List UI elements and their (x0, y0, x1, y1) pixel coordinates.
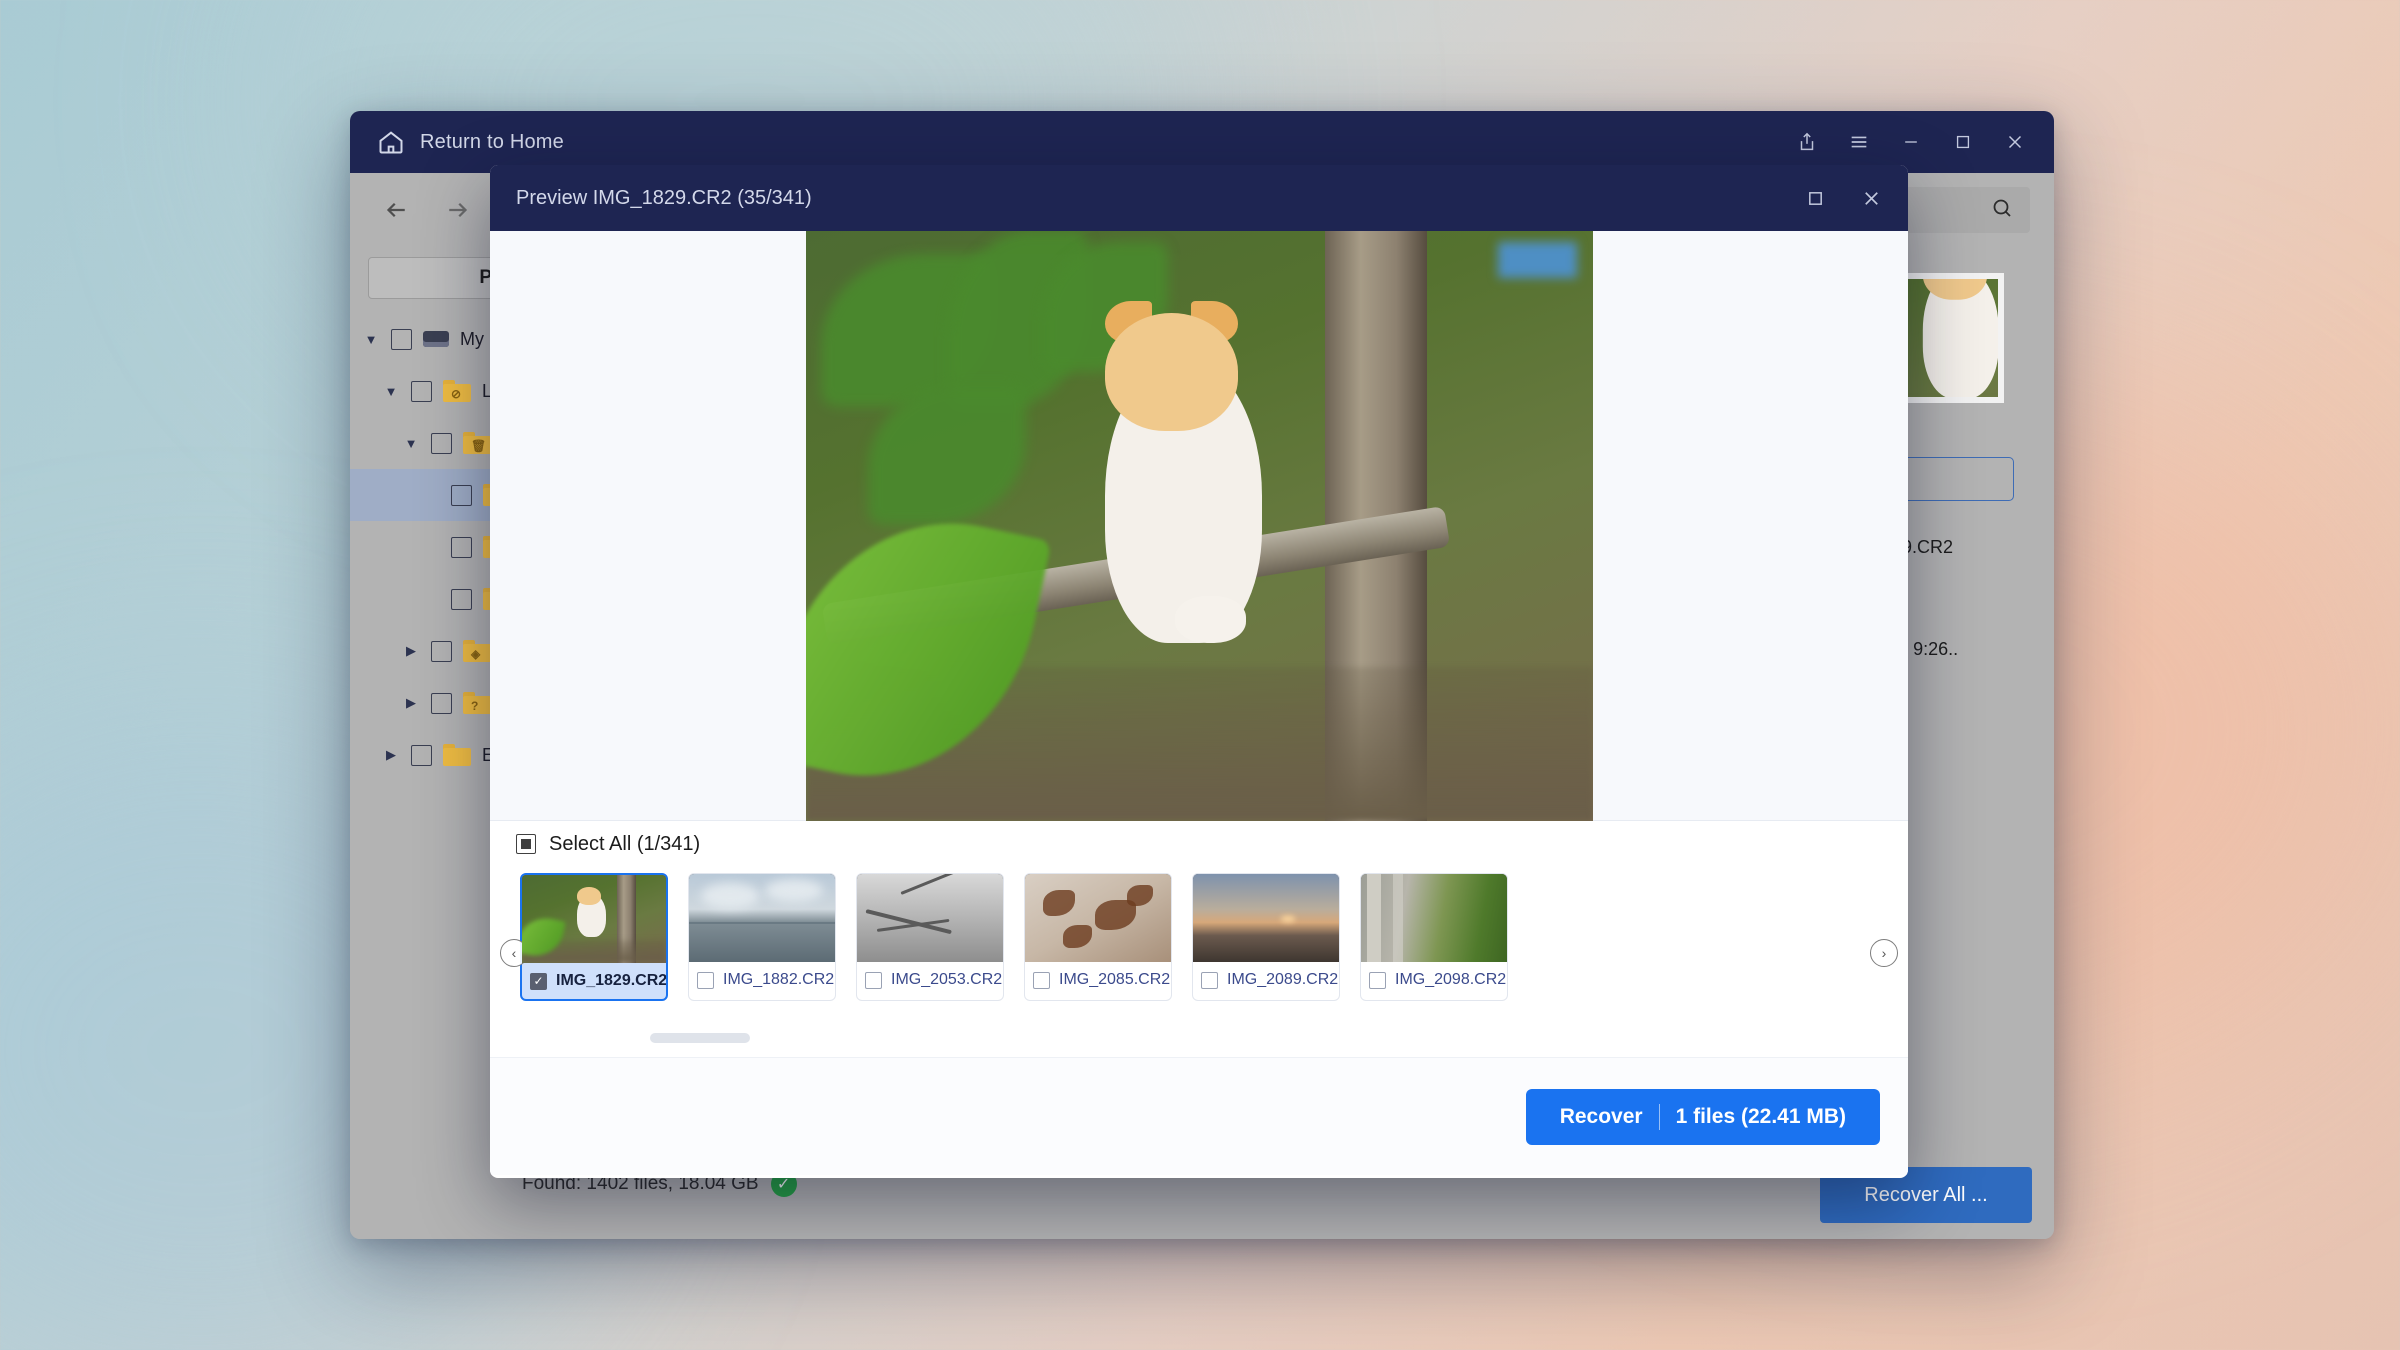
thumbnail-checkbox[interactable] (1201, 971, 1218, 989)
thumbnail-card[interactable]: IMG_2053.CR2 (856, 873, 1004, 1001)
select-all-row[interactable]: Select All (1/341) (490, 821, 1908, 867)
thumbnail-strip-area: ‹ IMG_1829.CR2IMG_1882.CR2IMG_2053.CR2IM… (490, 867, 1908, 1057)
select-all-checkbox[interactable] (516, 834, 536, 854)
tree-checkbox[interactable] (431, 432, 452, 454)
tree-checkbox[interactable] (431, 640, 452, 662)
arrow-left-icon[interactable] (374, 188, 418, 232)
thumbnail-image (689, 874, 835, 962)
thumbnail-card[interactable]: IMG_2085.CR2 (1024, 873, 1172, 1001)
preview-dialog-header: Preview IMG_1829.CR2 (35/341) (490, 165, 1908, 231)
chevron-right-icon[interactable]: › (1870, 939, 1898, 967)
twisty-collapsed-icon[interactable]: ▶ (382, 747, 400, 763)
preview-image (805, 230, 1593, 821)
select-all-label: Select All (1/341) (549, 832, 701, 855)
hamburger-menu-icon[interactable] (1836, 122, 1882, 162)
thumbnail-filename: IMG_1882.CR2 (723, 971, 835, 988)
thumbnail-checkbox[interactable] (1033, 971, 1050, 989)
thumbnail-filename: IMG_2098.CR2 (1395, 971, 1507, 988)
thumbnail-image (857, 874, 1003, 962)
thumbnail-strip: IMG_1829.CR2 IMG_1882.CR2 IMG_2053.CR2 IMG_… (490, 867, 1908, 1001)
tree-checkbox[interactable] (451, 484, 472, 506)
folder-lost-icon: ⊘ (443, 380, 471, 402)
folder-unknown-icon: ? (463, 692, 491, 714)
thumbnail-card[interactable]: IMG_2089.CR2 (1192, 873, 1340, 1001)
maximize-icon[interactable] (1940, 122, 1986, 162)
titlebar-controls (1784, 122, 2038, 162)
app-titlebar: Return to Home (350, 111, 2054, 173)
image-viewer (490, 230, 1908, 821)
divider (1658, 1103, 1660, 1130)
preview-dialog-footer: Recover 1 files (22.41 MB) (490, 1057, 1908, 1175)
minimize-icon[interactable] (1888, 122, 1934, 162)
thumbnail-image (1025, 874, 1171, 962)
return-to-home-button[interactable]: Return to Home (366, 122, 574, 162)
share-icon[interactable] (1784, 122, 1830, 162)
folder-deleted-icon: 🗑 (463, 432, 491, 454)
thumbnail-filename: IMG_1829.CR2 (556, 972, 668, 989)
thumbnail-filename: IMG_2053.CR2 (891, 971, 1003, 988)
folder-tag-icon: ◈ (463, 640, 491, 662)
thumbnail-checkbox[interactable] (697, 971, 714, 989)
thumbnail-footer: IMG_2085.CR2 (1025, 962, 1171, 998)
thumbnail-checkbox[interactable] (1369, 971, 1386, 989)
thumbnail-card[interactable]: IMG_1829.CR2 (520, 873, 668, 1001)
tree-checkbox[interactable] (451, 536, 472, 558)
thumbnail-footer: IMG_1829.CR2 (522, 963, 666, 999)
arrow-right-icon[interactable] (436, 188, 480, 232)
thumbnail-footer: IMG_2089.CR2 (1193, 962, 1339, 998)
thumbnail-footer: IMG_2098.CR2 (1361, 962, 1507, 998)
preview-dialog-title: Preview IMG_1829.CR2 (35/341) (516, 186, 812, 209)
return-to-home-label: Return to Home (420, 130, 564, 153)
twisty-collapsed-icon[interactable]: ▶ (402, 643, 420, 659)
thumbnail-card[interactable]: IMG_2098.CR2 (1360, 873, 1508, 1001)
tree-checkbox[interactable] (451, 588, 472, 610)
thumbnail-scrollbar[interactable] (650, 1033, 750, 1043)
dialog-maximize-icon[interactable] (1792, 178, 1838, 218)
thumbnail-card[interactable]: IMG_1882.CR2 (688, 873, 836, 1001)
folder-icon (443, 744, 471, 766)
twisty-expanded-icon[interactable]: ▼ (402, 436, 420, 451)
preview-dialog: Preview IMG_1829.CR2 (35/341) Select All… (490, 165, 1908, 1178)
home-icon (376, 128, 406, 156)
twisty-collapsed-icon[interactable]: ▶ (402, 695, 420, 711)
thumbnail-image (1193, 874, 1339, 962)
thumbnail-checkbox[interactable] (865, 971, 882, 989)
thumbnail-image (522, 875, 666, 963)
twisty-expanded-icon[interactable]: ▼ (362, 332, 380, 347)
thumbnail-footer: IMG_2053.CR2 (857, 962, 1003, 998)
tree-checkbox[interactable] (391, 328, 412, 350)
dialog-close-icon[interactable] (1848, 178, 1894, 218)
recover-label: Recover (1559, 1104, 1643, 1128)
thumbnail-checkbox[interactable] (530, 972, 547, 990)
thumbnail-filename: IMG_2085.CR2 (1059, 971, 1171, 988)
close-icon[interactable] (1992, 122, 2038, 162)
disk-icon (423, 331, 449, 347)
recover-button[interactable]: Recover 1 files (22.41 MB) (1525, 1088, 1880, 1145)
tree-checkbox[interactable] (411, 744, 432, 766)
thumbnail-filename: IMG_2089.CR2 (1227, 971, 1339, 988)
tree-checkbox[interactable] (411, 380, 432, 402)
search-icon (1990, 196, 2014, 225)
tree-checkbox[interactable] (431, 692, 452, 714)
recover-detail-label: 1 files (22.41 MB) (1675, 1104, 1846, 1128)
thumbnail-footer: IMG_1882.CR2 (689, 962, 835, 998)
thumbnail-image (1361, 874, 1507, 962)
twisty-expanded-icon[interactable]: ▼ (382, 384, 400, 399)
